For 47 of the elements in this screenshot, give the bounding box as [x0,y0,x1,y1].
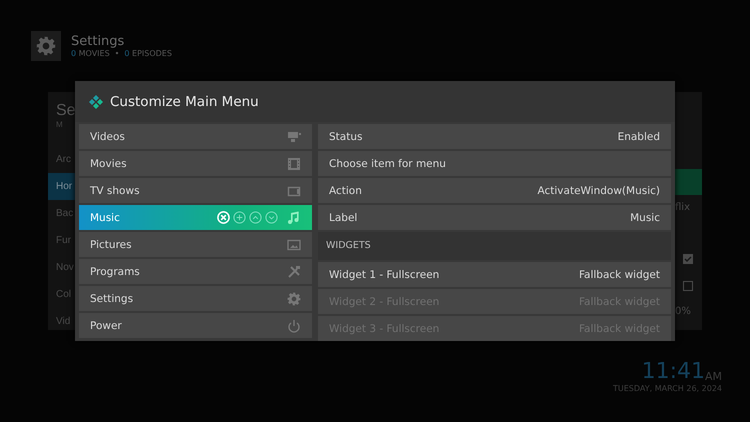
settings-icon [287,292,301,306]
property-value: Music [630,212,660,224]
settings-icon [36,36,56,56]
add-icon[interactable] [233,211,246,224]
move-down-icon[interactable] [265,211,278,224]
menu-item[interactable]: Programs [79,259,312,284]
property-row[interactable]: Status Enabled [318,124,671,149]
music-note-icon [287,210,301,224]
menu-item[interactable]: Pictures [79,232,312,257]
row-highlight [675,169,702,195]
property-value: ActivateWindow(Music) [538,184,660,196]
projector-icon [287,130,301,144]
tools-icon [287,264,301,278]
logo-icon [88,94,104,110]
widget-label: Widget 1 - Fullscreen [329,268,440,280]
count-label: 0 EPISODES [124,49,172,58]
menu-item[interactable]: Movies [79,151,312,176]
power-icon [287,318,301,332]
menu-item[interactable]: Settings [79,286,312,311]
property-label: Status [329,130,362,142]
count-label: 0 MOVIES [71,49,110,58]
section-heading: WIDGETS [318,232,671,260]
widget-row[interactable]: Widget 1 - Fullscreen Fallback widget [318,262,671,287]
page-title: Settings [71,34,126,49]
property-label: Action [329,184,362,196]
checkbox[interactable] [683,280,693,290]
settings-category[interactable]: Hor [48,173,75,200]
move-up-icon[interactable] [249,211,262,224]
panel-title: Se [55,101,75,120]
property-row[interactable]: Choose item for menu [318,151,671,176]
picture-icon [287,238,301,252]
property-row[interactable]: Action ActivateWindow(Music) [318,178,671,203]
separator-dot: • [114,49,120,58]
remove-icon[interactable] [217,211,230,224]
film-icon [287,156,301,170]
property-label: Label [329,212,358,224]
property-row[interactable]: Label Music [318,205,671,230]
widget-value: Fallback widget [578,268,660,280]
menu-item[interactable]: Power [79,313,312,338]
dialog-title: Customize Main Menu [110,94,259,110]
clock-time: 11:41 [642,360,705,384]
menu-item[interactable]: Videos [79,124,312,149]
checkbox[interactable] [683,254,693,264]
menu-item[interactable]: TV shows [79,178,312,203]
menu-item[interactable]: Music [79,205,312,230]
property-value: Enabled [618,130,660,142]
property-label: Choose item for menu [329,158,446,170]
